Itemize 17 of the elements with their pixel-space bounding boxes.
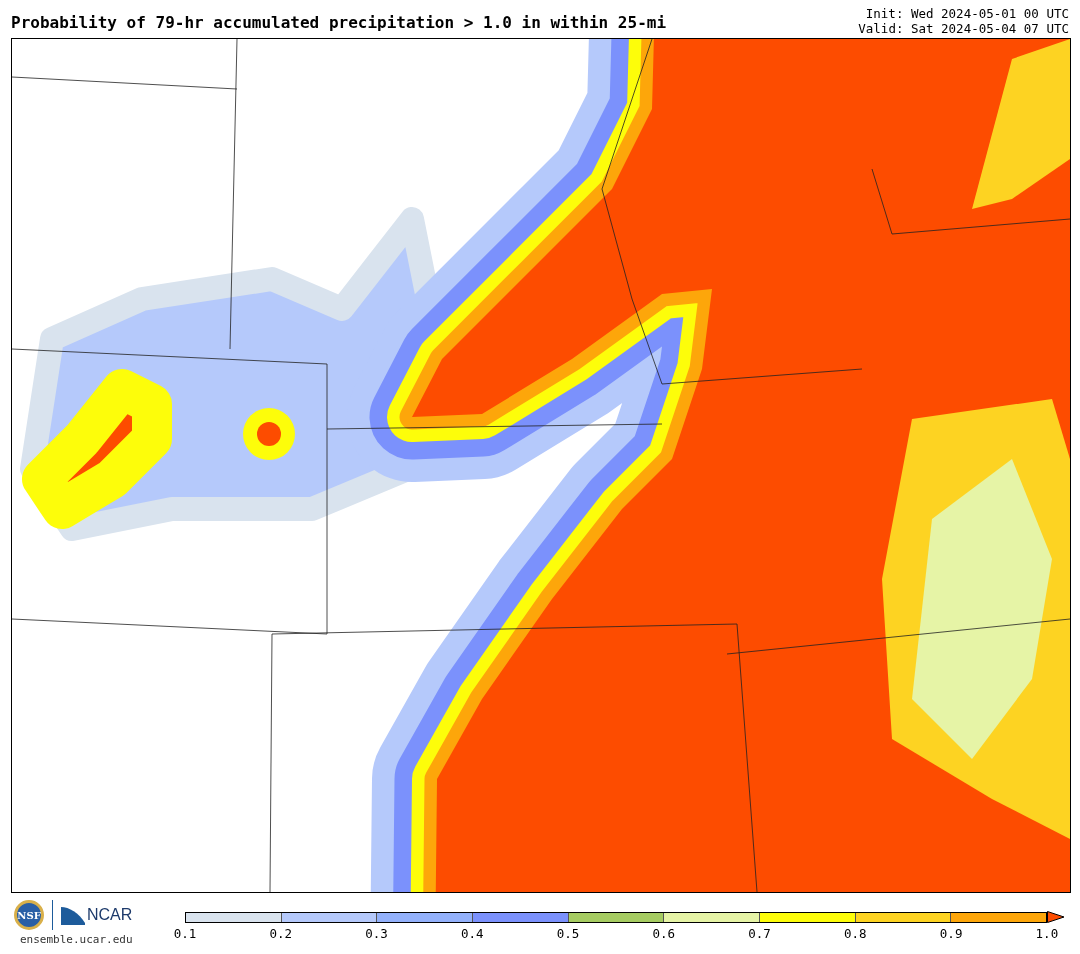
colorbar-tick-label: 0.5 [556, 926, 581, 941]
colorbar-tick-label: 0.8 [843, 926, 868, 941]
colorbar-tick-label: 0.7 [747, 926, 772, 941]
nsf-logo: NSF [14, 900, 44, 930]
ncar-logo: NCAR [87, 906, 133, 924]
map-title: Probability of 79-hr accumulated precipitation > 1.0 in within 25-mi [11, 13, 667, 34]
colorbar-tick-label: 0.4 [460, 926, 485, 941]
colorbar-tick-label: 0.9 [939, 926, 964, 941]
colorbar-tick-label: 0.3 [364, 926, 389, 941]
site-link[interactable]: ensemble.ucar.edu [20, 933, 175, 946]
colorbar-tick-label: 0.2 [268, 926, 293, 941]
init-time: Init: Wed 2024-05-01 00 UTC [864, 6, 1069, 21]
colorbar-tick-label: 0.6 [651, 926, 676, 941]
valid-time: Valid: Sat 2024-05-04 07 UTC [858, 21, 1069, 36]
colorbar-tick-label: 0.1 [173, 926, 197, 941]
ncar-swoosh-icon [61, 905, 85, 925]
colorbar-tick-label: 1.0 [1034, 926, 1059, 941]
